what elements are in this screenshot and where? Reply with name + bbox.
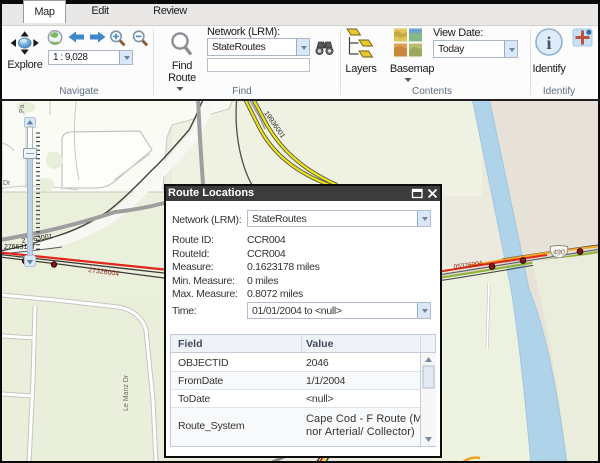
svg-text:Dr: Dr xyxy=(3,180,11,187)
svg-text:i: i xyxy=(546,33,551,53)
svg-text:Le Manz Dr: Le Manz Dr xyxy=(123,374,130,411)
svg-text:Pa: Pa xyxy=(19,104,26,113)
svg-text:490: 490 xyxy=(553,250,565,257)
